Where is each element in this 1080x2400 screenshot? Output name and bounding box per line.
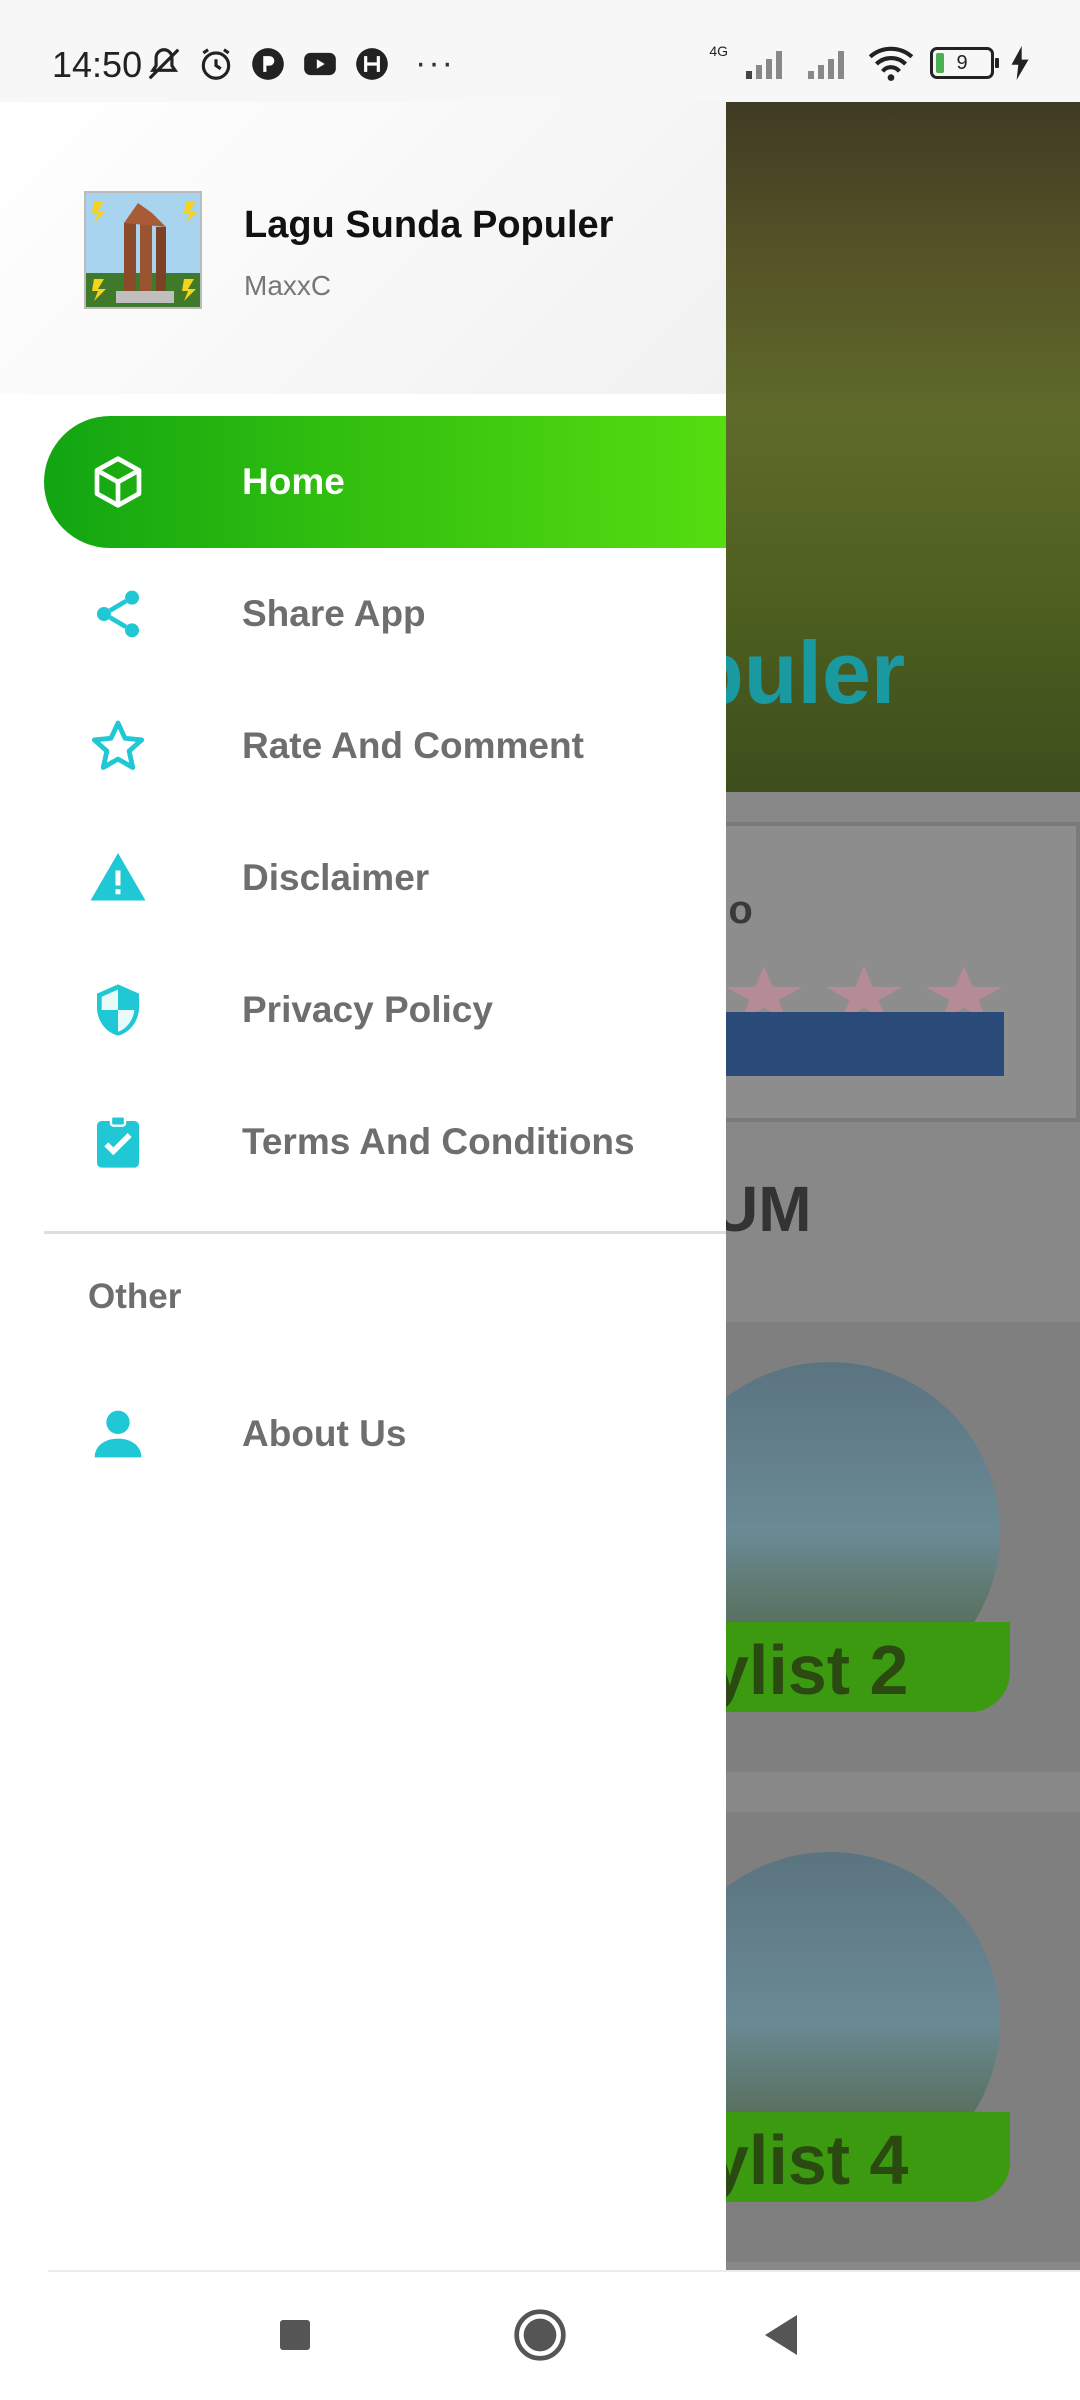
- playlist-label: ylist 4: [710, 2121, 909, 2199]
- drawer-menu: Home Share App Rate And Comment Disclaim…: [0, 416, 726, 1208]
- back-triangle-icon: [765, 2315, 797, 2355]
- wifi-icon: [866, 44, 916, 82]
- youtube-icon: [301, 45, 339, 83]
- star-icon: [86, 714, 150, 778]
- app-logo: [84, 191, 202, 309]
- menu-item-label: About Us: [242, 1413, 407, 1454]
- playlist-tile: ylist 4: [660, 1812, 1080, 2262]
- playlist-label: ylist 2: [710, 1631, 909, 1709]
- h-icon: [353, 45, 391, 83]
- playlist-label-pill: ylist 2: [700, 1622, 1010, 1712]
- back-button[interactable]: [748, 2302, 814, 2368]
- section-label-other: Other: [88, 1277, 182, 1316]
- status-bar: 14:50 ··· 4G 9: [0, 0, 1080, 102]
- alarm-icon: [197, 45, 235, 83]
- menu-item-label: Rate And Comment: [242, 725, 584, 766]
- app-icon: [249, 45, 287, 83]
- playlist-label-pill: ylist 4: [700, 2112, 1010, 2202]
- network-label: 4G: [709, 43, 728, 59]
- signal-icon: [742, 44, 790, 82]
- navigation-drawer: Lagu Sunda Populer MaxxC Home Share App …: [0, 102, 726, 2270]
- more-dots-icon: ···: [415, 44, 455, 82]
- nav-divider: [48, 2270, 1080, 2272]
- notification-icons: ···: [145, 44, 455, 83]
- section-title: UM: [712, 1173, 812, 1245]
- menu-item-share-app[interactable]: Share App: [0, 548, 726, 680]
- person-icon: [86, 1402, 150, 1466]
- menu-item-home[interactable]: Home: [44, 416, 726, 548]
- menu-item-rate-and-comment[interactable]: Rate And Comment: [0, 680, 726, 812]
- menu-item-label: Share App: [242, 593, 426, 634]
- menu-item-about-us[interactable]: About Us: [0, 1368, 726, 1500]
- rating-card-button: [704, 1012, 1004, 1076]
- system-nav-bar: [0, 2270, 1080, 2400]
- rating-card: go: [700, 822, 1080, 1122]
- app-subtitle: MaxxC: [244, 270, 332, 301]
- menu-item-label: Home: [242, 461, 345, 502]
- playlist-tile: ylist 2: [660, 1322, 1080, 1772]
- square-icon: [280, 2320, 310, 2350]
- menu-item-label: Terms And Conditions: [242, 1121, 635, 1162]
- mute-icon: [145, 45, 183, 83]
- system-icons: 4G 9: [709, 43, 1032, 82]
- menu-item-label: Disclaimer: [242, 857, 430, 898]
- signal-icon-2: [804, 44, 852, 82]
- app-title: Lagu Sunda Populer: [244, 204, 614, 246]
- drawer-divider: [44, 1231, 726, 1234]
- menu-item-label: Privacy Policy: [242, 989, 493, 1030]
- share-icon: [86, 582, 150, 646]
- circle-icon: [514, 2309, 566, 2361]
- shield-icon: [86, 978, 150, 1042]
- cube-icon: [86, 450, 150, 514]
- menu-item-terms-and-conditions[interactable]: Terms And Conditions: [0, 1076, 726, 1208]
- clipboard-check-icon: [86, 1110, 150, 1174]
- battery-icon: 9: [930, 47, 999, 79]
- clock: 14:50: [52, 44, 143, 85]
- charging-icon: [1008, 44, 1032, 82]
- menu-item-privacy-policy[interactable]: Privacy Policy: [0, 944, 726, 1076]
- home-button[interactable]: [507, 2302, 573, 2368]
- menu-item-disclaimer[interactable]: Disclaimer: [0, 812, 726, 944]
- recents-button[interactable]: [262, 2302, 328, 2368]
- drawer-header: Lagu Sunda Populer MaxxC: [0, 102, 726, 394]
- warning-icon: [86, 846, 150, 910]
